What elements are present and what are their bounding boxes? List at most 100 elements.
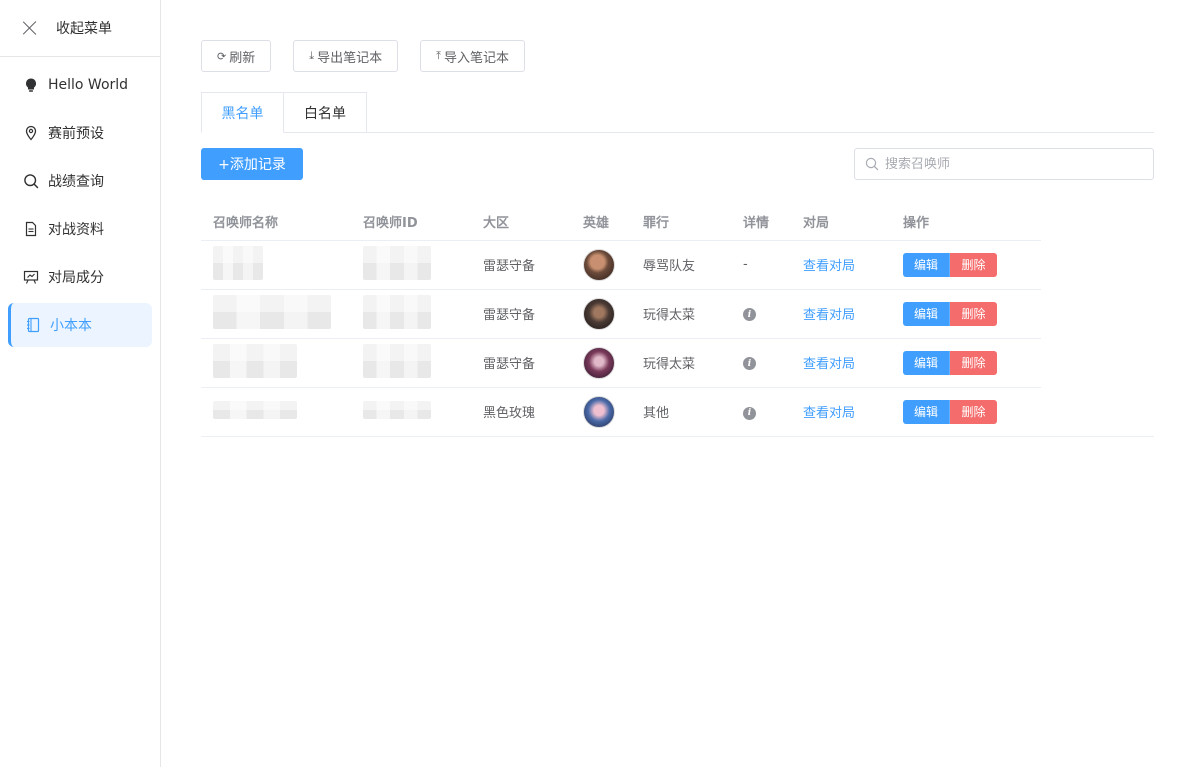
tab-whitelist[interactable]: 白名单	[284, 92, 367, 133]
table-header-row: 召唤师名称 召唤师ID 大区 英雄 罪行 详情 对局 操作	[201, 204, 1041, 241]
summoner-id-cell	[351, 289, 471, 339]
sidebar-item-label: Hello World	[48, 77, 129, 93]
view-match-link[interactable]: 查看对局	[803, 406, 855, 421]
export-label: 导出笔记本	[317, 50, 383, 66]
info-icon[interactable]: i	[743, 357, 756, 371]
import-label: 导入笔记本	[444, 50, 510, 66]
summoner-id-cell	[351, 338, 471, 388]
export-notebook-button[interactable]: ⤓ 导出笔记本	[293, 40, 399, 72]
refresh-icon: ⟳	[217, 49, 227, 63]
app-window: 收起菜单 Hello World 赛前预设 战绩查询 对战资料 对局成分 小本本…	[0, 0, 1194, 767]
document-icon	[22, 220, 40, 238]
records-table: 召唤师名称 召唤师ID 大区 英雄 罪行 详情 对局 操作 雷瑟守备 辱骂队友 …	[201, 204, 1154, 437]
server-cell: 黑色玫瑰	[483, 406, 536, 422]
sidebar-item-label: 对战资料	[48, 222, 104, 238]
sidebar-item-label: 战绩查询	[48, 174, 104, 190]
champion-cell	[571, 240, 631, 290]
redacted-name	[213, 343, 297, 378]
edit-button[interactable]: 编辑	[903, 399, 950, 424]
upload-icon: ⤒	[436, 49, 441, 62]
sidebar-item-pregame-preset[interactable]: 赛前预设	[8, 111, 152, 155]
main-content: ⟳ 刷新 ⤓ 导出笔记本 ⤒ 导入笔记本 黑名单 白名单 +添加记录 搜索召唤师…	[201, 40, 1154, 437]
champion-cell	[571, 289, 631, 339]
view-match-link[interactable]: 查看对局	[803, 308, 855, 323]
table-row: 雷瑟守备 辱骂队友 - 查看对局 编辑 删除	[201, 240, 1041, 290]
sidebar-item-label: 赛前预设	[48, 126, 104, 142]
list-tabs: 黑名单 白名单	[201, 92, 1154, 133]
table-row: 雷瑟守备 玩得太菜 i 查看对局 编辑 删除	[201, 338, 1041, 388]
info-icon[interactable]: i	[743, 406, 756, 420]
match-cell: 查看对局	[791, 289, 891, 339]
sidebar-item-notebook[interactable]: 小本本	[8, 303, 152, 347]
sidebar-item-label: 对局成分	[48, 270, 104, 286]
import-notebook-button[interactable]: ⤒ 导入笔记本	[420, 40, 526, 72]
detail-cell: -	[731, 240, 791, 290]
summoner-name-cell	[201, 387, 351, 436]
presentation-icon	[22, 268, 40, 286]
search-icon	[865, 157, 879, 171]
col-summoner-id: 召唤师ID	[351, 204, 471, 241]
delete-button[interactable]: 删除	[950, 301, 997, 326]
summoner-id-cell	[351, 240, 471, 290]
info-icon[interactable]: i	[743, 308, 756, 322]
collapse-menu-button[interactable]: 收起菜单	[0, 0, 160, 57]
sidebar-item-match-composition[interactable]: 对局成分	[8, 255, 152, 299]
delete-button[interactable]: 删除	[950, 252, 997, 277]
server-cell: 雷瑟守备	[471, 338, 571, 388]
detail-cell: i	[731, 338, 791, 388]
tab-blacklist[interactable]: 黑名单	[201, 92, 284, 133]
sidebar-menu: Hello World 赛前预设 战绩查询 对战资料 对局成分 小本本	[0, 57, 160, 347]
download-icon: ⤓	[309, 49, 315, 62]
crime-cell: 其他	[643, 406, 670, 422]
table-row: 黑色玫瑰 其他 i 查看对局 编辑 删除	[201, 387, 1041, 436]
crime-cell: 玩得太菜	[631, 338, 731, 388]
match-cell: 查看对局	[791, 240, 891, 290]
redacted-id	[363, 294, 431, 329]
view-match-link[interactable]: 查看对局	[803, 259, 855, 274]
summoner-name-cell	[201, 289, 351, 339]
champion-avatar	[583, 346, 615, 379]
notebook-icon	[24, 316, 42, 334]
view-match-link[interactable]: 查看对局	[803, 357, 855, 372]
redacted-id	[363, 400, 431, 419]
edit-button[interactable]: 编辑	[903, 350, 950, 375]
delete-button[interactable]: 删除	[950, 350, 997, 375]
refresh-label: 刷新	[229, 50, 256, 66]
redacted-id	[363, 343, 431, 378]
table-row: 雷瑟守备 玩得太菜 i 查看对局 编辑 删除	[201, 289, 1041, 339]
sidebar-item-battle-data[interactable]: 对战资料	[8, 207, 152, 251]
sidebar-item-match-history[interactable]: 战绩查询	[8, 159, 152, 203]
col-champion: 英雄	[571, 204, 631, 241]
search-box	[854, 148, 1154, 180]
match-cell: 查看对局	[791, 338, 891, 388]
crime-cell: 辱骂队友	[631, 240, 731, 290]
actions-cell: 编辑 删除	[891, 240, 1041, 290]
lightbulb-icon	[22, 76, 40, 94]
search-icon	[22, 172, 40, 190]
redacted-name	[213, 245, 263, 280]
detail-cell: i	[731, 387, 791, 436]
search-input[interactable]	[885, 156, 1145, 172]
col-server: 大区	[471, 204, 571, 241]
actions-cell: 编辑 删除	[891, 338, 1041, 388]
col-summoner-name: 召唤师名称	[201, 204, 351, 241]
col-match: 对局	[791, 204, 891, 241]
champion-avatar	[583, 248, 615, 281]
match-cell: 查看对局	[791, 387, 891, 436]
toolbar: ⟳ 刷新 ⤓ 导出笔记本 ⤒ 导入笔记本	[201, 40, 1154, 72]
server-cell: 雷瑟守备	[471, 289, 571, 339]
add-record-button[interactable]: +添加记录	[201, 148, 303, 180]
server-cell: 雷瑟守备	[471, 240, 571, 290]
delete-button[interactable]: 删除	[950, 399, 997, 424]
champion-cell	[571, 338, 631, 388]
refresh-button[interactable]: ⟳ 刷新	[201, 40, 272, 72]
edit-button[interactable]: 编辑	[903, 301, 950, 326]
champion-avatar	[583, 395, 615, 428]
redacted-name	[213, 400, 297, 419]
summoner-id-cell	[351, 387, 471, 436]
location-icon	[22, 124, 40, 142]
collapse-menu-label: 收起菜单	[56, 21, 112, 37]
actions-row: +添加记录	[201, 148, 1154, 180]
sidebar-item-hello-world[interactable]: Hello World	[8, 63, 152, 107]
edit-button[interactable]: 编辑	[903, 252, 950, 277]
